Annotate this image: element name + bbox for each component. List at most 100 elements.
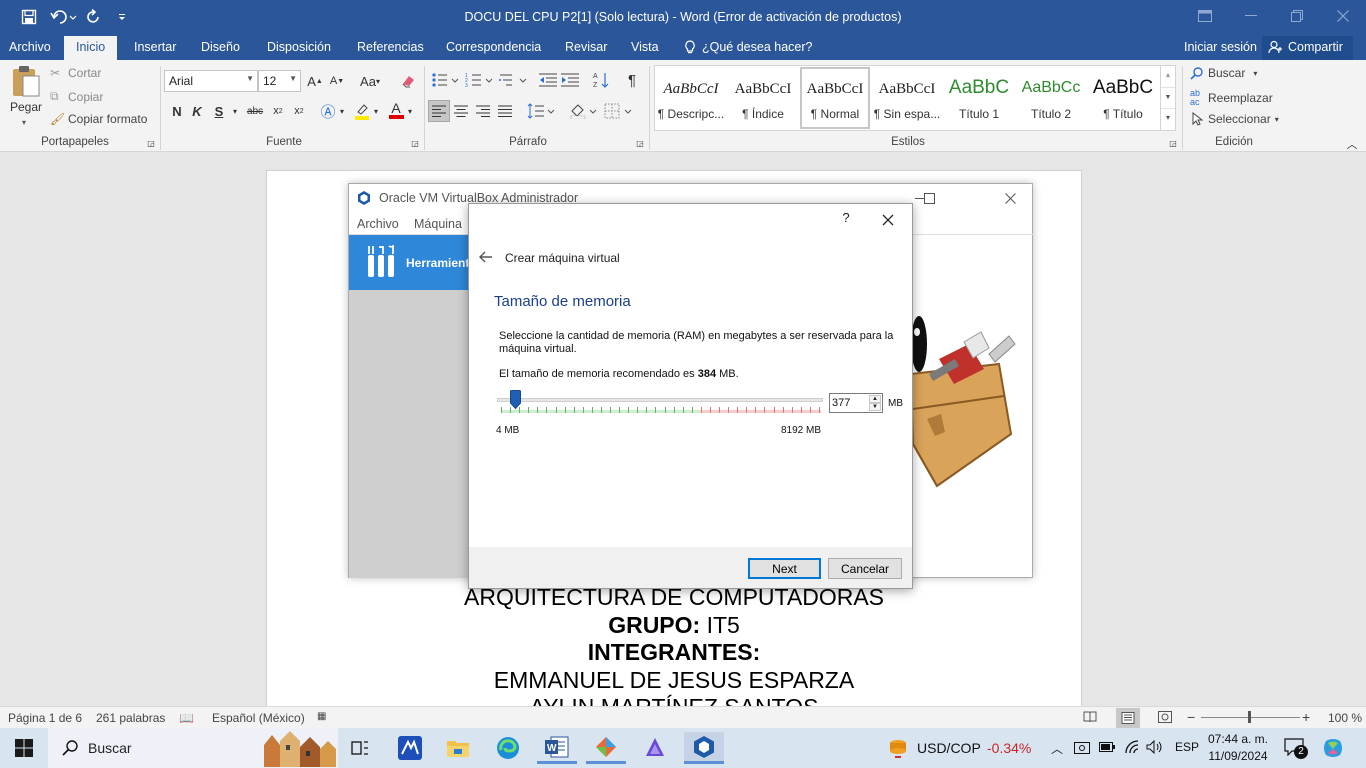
- file-explorer-icon[interactable]: [438, 732, 478, 764]
- restore-icon[interactable]: [1274, 0, 1320, 32]
- ticker-name[interactable]: USD/COP: [917, 740, 981, 756]
- memory-input[interactable]: [832, 395, 866, 411]
- dialog-close-button[interactable]: [877, 210, 899, 230]
- print-layout-icon[interactable]: [1116, 708, 1140, 728]
- style-descripcion[interactable]: AaBbCcI ¶ Descripc...: [656, 67, 726, 129]
- scroll-down-icon[interactable]: ▼: [1161, 87, 1175, 108]
- zoom-level[interactable]: 100 %: [1328, 711, 1362, 725]
- app-icon-blue[interactable]: [390, 732, 430, 764]
- copy-button[interactable]: ⧉ Copiar: [50, 89, 103, 104]
- chevron-down-icon[interactable]: ▾: [336, 101, 348, 121]
- memory-slider[interactable]: [497, 388, 825, 416]
- line-spacing-icon[interactable]: [526, 101, 556, 121]
- page-count[interactable]: Página 1 de 6: [8, 711, 82, 725]
- chevron-down-icon[interactable]: ▾: [404, 101, 416, 121]
- font-launcher-icon[interactable]: ◲: [408, 136, 422, 150]
- text-effects-icon[interactable]: Ⓐ: [318, 101, 338, 121]
- paste-dropdown-icon[interactable]: ▾: [22, 118, 26, 127]
- tab-correspondencia[interactable]: Correspondencia: [446, 40, 541, 54]
- font-name-combo[interactable]: Arial ▼: [164, 70, 258, 92]
- superscript-icon[interactable]: x2: [289, 101, 309, 121]
- bold-button[interactable]: N: [167, 101, 187, 121]
- clock-date[interactable]: 11/09/2024: [1206, 749, 1270, 763]
- align-left-icon[interactable]: [428, 100, 450, 122]
- edge-browser-icon[interactable]: [488, 732, 528, 764]
- replace-button[interactable]: ab ac Reemplazar: [1190, 89, 1273, 107]
- strikethrough-icon[interactable]: abc: [244, 101, 266, 121]
- tab-disposicion[interactable]: Disposición: [267, 40, 331, 54]
- style-titulo-2[interactable]: AaBbCc Título 2: [1016, 67, 1086, 129]
- volume-icon[interactable]: [1146, 740, 1164, 754]
- paste-button[interactable]: Pegar ▾: [8, 64, 44, 134]
- underline-button[interactable]: S: [209, 101, 229, 121]
- tray-app-icon[interactable]: [1074, 740, 1090, 756]
- sort-icon[interactable]: AZ: [592, 70, 612, 90]
- tab-inicio[interactable]: Inicio: [64, 36, 118, 60]
- bullets-icon[interactable]: [429, 70, 461, 90]
- chevron-down-icon[interactable]: ▾: [370, 101, 382, 121]
- style-sin-espaciado[interactable]: AaBbCcI ¶ Sin espa...: [872, 67, 942, 129]
- clock-time[interactable]: 07:44 a. m.: [1206, 732, 1270, 746]
- clipboard-launcher-icon[interactable]: ◲: [144, 136, 158, 150]
- zoom-slider-thumb[interactable]: [1248, 711, 1251, 723]
- tab-revisar[interactable]: Revisar: [565, 40, 607, 54]
- sign-in-link[interactable]: Iniciar sesión: [1184, 40, 1257, 54]
- spin-down-icon[interactable]: ▼: [869, 403, 881, 411]
- tab-diseno[interactable]: Diseño: [201, 40, 240, 54]
- font-color-icon[interactable]: A: [386, 100, 406, 120]
- borders-icon[interactable]: [603, 101, 633, 121]
- cancel-button[interactable]: Cancelar: [828, 558, 902, 579]
- copilot-icon[interactable]: [1322, 737, 1344, 759]
- style-normal[interactable]: AaBbCcI ¶ Normal: [800, 67, 870, 129]
- taskbar-search-box[interactable]: Buscar: [48, 728, 338, 768]
- tab-insertar[interactable]: Insertar: [134, 40, 176, 54]
- format-painter-button[interactable]: 🖌 Copiar formato: [50, 112, 147, 126]
- ticker-change[interactable]: -0.34%: [987, 740, 1031, 756]
- align-center-icon[interactable]: [451, 101, 471, 121]
- change-case-icon[interactable]: Aa ▾: [356, 71, 384, 91]
- clear-formatting-icon[interactable]: [398, 71, 418, 91]
- next-button[interactable]: Next: [748, 558, 821, 579]
- underline-dropdown-icon[interactable]: ▾: [229, 101, 241, 121]
- collapse-ribbon-icon[interactable]: ︿: [1342, 134, 1362, 154]
- web-layout-icon[interactable]: [1158, 711, 1172, 723]
- styles-launcher-icon[interactable]: ◲: [1166, 136, 1180, 150]
- shrink-font-icon[interactable]: A ▼: [327, 71, 347, 91]
- task-view-icon[interactable]: [340, 732, 380, 764]
- proofing-icon[interactable]: 📖: [179, 711, 194, 725]
- notification-center[interactable]: 2: [1284, 738, 1308, 759]
- minimize-icon[interactable]: [1228, 0, 1274, 32]
- multilevel-list-icon[interactable]: [497, 70, 529, 90]
- zoom-in-icon[interactable]: +: [1302, 709, 1310, 725]
- scroll-up-icon[interactable]: ▲: [1161, 66, 1175, 87]
- paragraph-launcher-icon[interactable]: ◲: [633, 136, 647, 150]
- app-icon-colorful[interactable]: [586, 732, 626, 764]
- style-indice[interactable]: AaBbCcI ¶ Índice: [728, 67, 798, 129]
- italic-button[interactable]: K: [187, 101, 207, 121]
- windows-start-icon[interactable]: [4, 732, 44, 764]
- word-app-icon[interactable]: W: [537, 732, 577, 764]
- style-titulo[interactable]: AaBbC ¶ Título: [1088, 67, 1158, 129]
- slider-thumb[interactable]: [510, 390, 521, 409]
- wifi-icon[interactable]: [1124, 740, 1140, 754]
- tray-chevron-up-icon[interactable]: ︿: [1051, 740, 1063, 757]
- tab-referencias[interactable]: Referencias: [357, 40, 424, 54]
- shading-icon[interactable]: [568, 101, 598, 121]
- increase-indent-icon[interactable]: [560, 70, 580, 90]
- highlight-color-icon[interactable]: [352, 101, 372, 121]
- ribbon-display-options-icon[interactable]: [1182, 0, 1228, 32]
- tab-archivo[interactable]: Archivo: [9, 40, 51, 54]
- language[interactable]: Español (México): [212, 711, 305, 725]
- grow-font-icon[interactable]: A ▲: [305, 71, 325, 91]
- ticker-icon[interactable]: [878, 732, 918, 764]
- spin-up-icon[interactable]: ▲: [869, 395, 881, 403]
- numbering-icon[interactable]: 123: [463, 70, 495, 90]
- decrease-indent-icon[interactable]: [538, 70, 558, 90]
- select-button[interactable]: Seleccionar ▾: [1190, 112, 1279, 126]
- more-styles-icon[interactable]: ▾: [1161, 108, 1175, 129]
- virtualbox-taskbar-icon[interactable]: [684, 732, 724, 764]
- help-button[interactable]: ?: [835, 210, 857, 230]
- battery-icon[interactable]: [1099, 741, 1115, 753]
- memory-spinbox[interactable]: ▲ ▼: [829, 393, 883, 413]
- close-icon[interactable]: [1320, 0, 1366, 32]
